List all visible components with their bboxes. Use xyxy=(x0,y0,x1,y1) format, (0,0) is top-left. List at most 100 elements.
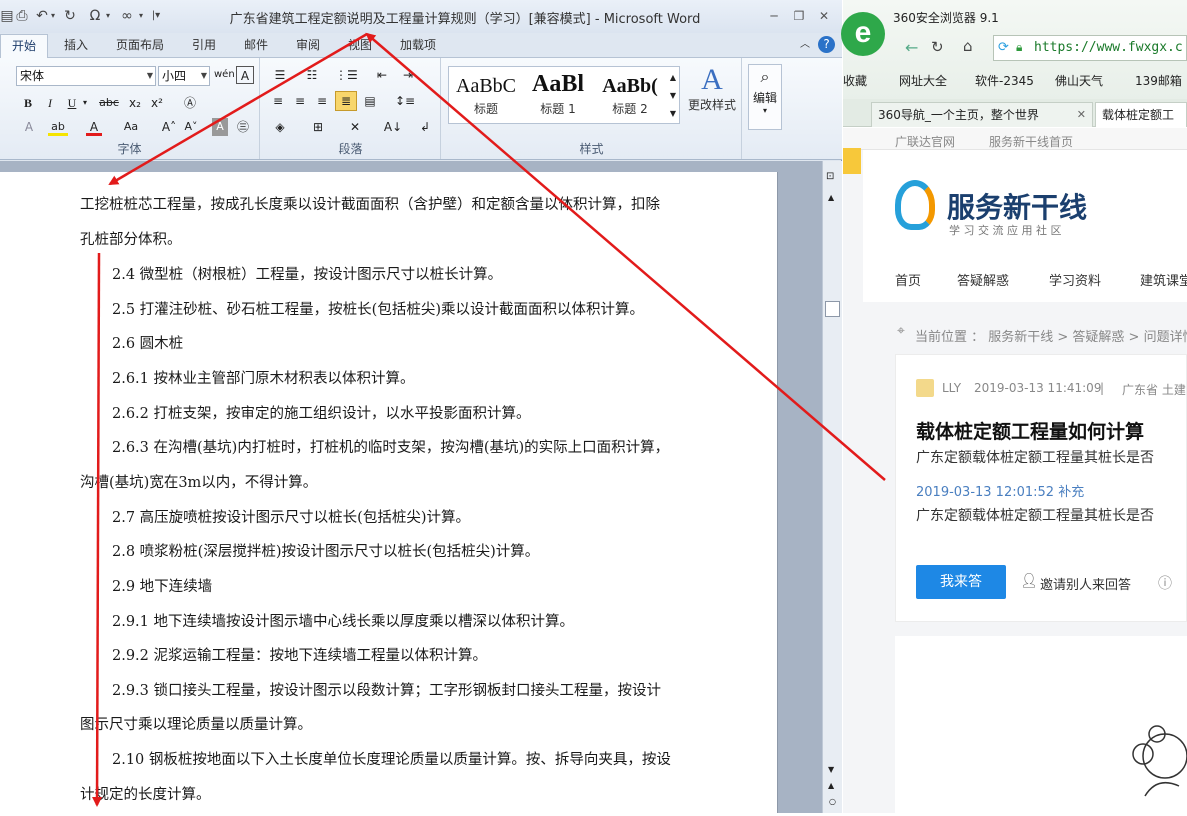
tab-home[interactable]: 开始 xyxy=(0,34,48,59)
user-name[interactable]: LLY xyxy=(942,381,961,395)
superscript-icon[interactable]: x² xyxy=(148,94,166,112)
text-effect-icon[interactable]: A xyxy=(20,118,38,136)
line-spacing-icon[interactable]: ↕≡ xyxy=(393,92,417,110)
bullets-icon[interactable]: ☰ xyxy=(269,66,291,84)
close-icon[interactable]: ✕ xyxy=(815,8,833,24)
bookmark-2345[interactable]: 软件-2345 xyxy=(975,72,1034,89)
char-border-icon[interactable]: A xyxy=(236,66,254,84)
tab-current[interactable]: 载体桩定额工 xyxy=(1095,102,1187,127)
styles-scroll-up-icon[interactable]: ▲ xyxy=(667,69,679,87)
style-title[interactable]: AaBbC 标题 xyxy=(451,67,521,123)
strikethrough-icon[interactable]: abc xyxy=(96,94,122,112)
browser-title: 360安全浏览器 9.1 xyxy=(893,11,999,25)
subscript-icon[interactable]: x₂ xyxy=(126,94,144,112)
undo-dropdown-icon[interactable]: ▾ xyxy=(48,7,58,25)
sort-icon[interactable]: A↓ xyxy=(383,118,403,136)
numbering-icon[interactable]: ☷ xyxy=(301,66,323,84)
show-marks-icon[interactable]: ↲ xyxy=(417,118,433,136)
info-icon[interactable]: ⓘ xyxy=(1158,573,1172,593)
ruler-toggle-icon[interactable]: ⊡ xyxy=(826,171,834,182)
side-flag-icon[interactable] xyxy=(843,148,861,174)
home-icon[interactable]: ⌂ xyxy=(963,37,973,55)
nav-qa[interactable]: 答疑解惑 xyxy=(957,270,1009,289)
grow-font-icon[interactable]: A˄ xyxy=(160,118,178,136)
print-icon[interactable]: ⎙ xyxy=(14,7,30,25)
bookmark-site-nav[interactable]: 网址大全 xyxy=(899,72,947,89)
multilevel-list-icon[interactable]: ⋮☰ xyxy=(335,66,358,84)
tab-page-layout[interactable]: 页面布局 xyxy=(116,37,164,53)
glodon-link[interactable]: 广联达官网 xyxy=(895,133,955,150)
italic-icon[interactable]: I xyxy=(42,94,58,112)
align-left-icon[interactable]: ≡ xyxy=(269,92,287,110)
minimize-icon[interactable]: ─ xyxy=(765,8,783,24)
tab-mailings[interactable]: 邮件 xyxy=(244,37,268,53)
fwxgx-home-link[interactable]: 服务新干线首页 xyxy=(989,133,1073,150)
styles-gallery[interactable]: AaBbC 标题 AaBl 标题 1 AaBb( 标题 2 ▲ ▼ ▼ xyxy=(448,66,680,124)
phonetic-guide-icon[interactable]: wén xyxy=(214,66,235,84)
omega-symbol-icon[interactable]: Ω xyxy=(86,7,104,25)
tab-insert[interactable]: 插入 xyxy=(64,37,88,53)
decrease-indent-icon[interactable]: ⇤ xyxy=(373,66,391,84)
shading-icon[interactable]: ◈ xyxy=(269,118,291,136)
help-icon[interactable]: ? xyxy=(818,36,835,53)
font-size-combo[interactable]: 小四 ▼ xyxy=(158,66,210,86)
chinese-layout-icon[interactable]: ✕ xyxy=(343,118,367,136)
equation-dropdown-icon[interactable]: ▾ xyxy=(136,7,146,25)
equation-icon[interactable]: ∞ xyxy=(116,7,138,25)
nav-classroom[interactable]: 建筑课堂 xyxy=(1140,270,1187,289)
increase-indent-icon[interactable]: ⇥ xyxy=(399,66,417,84)
site-topbar: 广联达官网 服务新干线首页 xyxy=(843,128,1187,150)
save-icon[interactable]: ▤ xyxy=(0,7,14,25)
bookmark-weather[interactable]: 佛山天气 xyxy=(1055,72,1103,89)
address-bar[interactable]: ⟳ 🔒︎ https://www.fwxgx.c xyxy=(993,35,1187,61)
highlight-icon[interactable]: ab xyxy=(48,118,68,136)
tab-references[interactable]: 引用 xyxy=(192,37,216,53)
symbol-dropdown-icon[interactable]: ▾ xyxy=(103,7,113,25)
font-name-combo[interactable]: 宋体 ▼ xyxy=(16,66,156,86)
browse-object-icon[interactable]: ○ xyxy=(829,797,836,806)
change-styles-button[interactable]: A 更改样式 xyxy=(684,64,740,113)
styles-more-icon[interactable]: ▼ xyxy=(667,105,679,123)
styles-scroll-down-icon[interactable]: ▼ xyxy=(667,87,679,105)
bookmark-favorites[interactable]: 收藏 xyxy=(843,72,867,89)
scroll-down-icon[interactable]: ▼ xyxy=(828,765,834,774)
prev-page-icon[interactable]: ▲ xyxy=(828,781,834,790)
refresh-icon[interactable]: ↻ xyxy=(931,38,944,56)
answer-button[interactable]: 我来答 xyxy=(916,565,1006,599)
distribute-icon[interactable]: ▤ xyxy=(361,92,379,110)
justify-icon[interactable]: ≣ xyxy=(335,91,357,111)
tab-close-icon[interactable]: ✕ xyxy=(1077,103,1086,127)
scroll-thumb[interactable] xyxy=(825,301,840,317)
change-case-icon[interactable]: Aa xyxy=(120,118,142,136)
nav-materials[interactable]: 学习资料 xyxy=(1049,270,1101,289)
document-page[interactable]: 工挖桩桩芯工程量，按成孔长度乘以设计截面面积（含护壁）和定额含量以体积计算，扣除… xyxy=(0,172,778,813)
underline-dropdown-icon[interactable]: ▾ xyxy=(80,94,90,112)
customize-toolbar-icon[interactable]: |▾ xyxy=(150,7,162,25)
style-heading-2[interactable]: AaBb( 标题 2 xyxy=(595,67,665,123)
align-right-icon[interactable]: ≡ xyxy=(313,92,331,110)
nav-home[interactable]: 首页 xyxy=(895,270,921,289)
vertical-scrollbar[interactable]: ⊡ ▲ ▼ ▲ ○ xyxy=(822,161,842,813)
style-heading-1[interactable]: AaBl 标题 1 xyxy=(523,67,593,123)
invite-link[interactable]: 邀请别人来回答 xyxy=(1040,574,1131,593)
borders-icon[interactable]: ⊞ xyxy=(307,118,329,136)
enclose-char-icon[interactable]: ㊂ xyxy=(234,118,252,136)
shrink-font-icon[interactable]: A˅ xyxy=(182,118,200,136)
minimize-ribbon-icon[interactable]: ︿ xyxy=(800,37,810,53)
tab-view[interactable]: 视图 xyxy=(348,37,372,53)
font-color-icon[interactable]: A xyxy=(86,118,102,136)
bookmark-139mail[interactable]: 139邮箱 xyxy=(1135,72,1182,89)
align-center-icon[interactable]: ≡ xyxy=(291,92,309,110)
scroll-up-icon[interactable]: ▲ xyxy=(828,193,834,202)
tab-review[interactable]: 审阅 xyxy=(296,37,320,53)
bold-icon[interactable]: B xyxy=(20,94,36,112)
back-icon[interactable]: ← xyxy=(905,38,918,57)
tab-360-nav[interactable]: 360导航_一个主页，整个世界 ✕ xyxy=(871,102,1093,127)
edit-button[interactable]: ⌕ 编辑 ▾ xyxy=(748,64,782,130)
redo-icon[interactable]: ↻ xyxy=(62,7,78,25)
tab-addins[interactable]: 加载项 xyxy=(400,37,436,53)
char-shading-icon[interactable]: A xyxy=(212,118,228,136)
underline-icon[interactable]: U xyxy=(64,94,80,112)
restore-icon[interactable]: ❐ xyxy=(790,8,808,24)
clear-format-icon[interactable]: Ⓐ xyxy=(180,94,200,112)
